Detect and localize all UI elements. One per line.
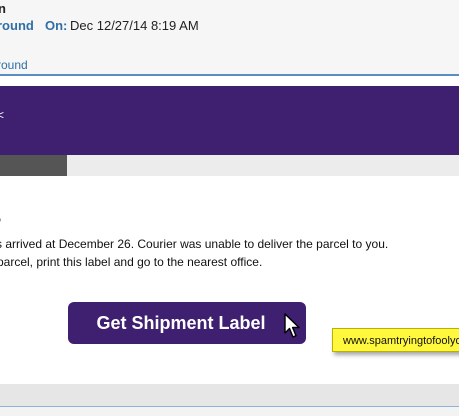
link-url-tooltip: www.spamtryingtofoolyou — [332, 328, 459, 352]
nav-strip-active-block — [0, 155, 67, 176]
get-shipment-label-button[interactable]: Get Shipment Label — [68, 302, 306, 344]
nav-strip — [0, 155, 459, 176]
message-line-1: s arrived at December 26. Courier was un… — [0, 237, 389, 251]
header-spacer — [0, 76, 459, 86]
banner-logo-fragment: < — [0, 108, 5, 122]
on-label: On: — [45, 18, 68, 33]
message-body — [0, 176, 459, 384]
sender-link[interactable]: round — [0, 18, 34, 33]
mouse-pointer-icon — [284, 313, 300, 338]
bottom-divider — [0, 406, 459, 416]
message-footer — [0, 384, 459, 406]
brand-banner — [0, 86, 459, 155]
email-window: n round On: Dec 12/27/14 8:19 AM round <… — [0, 0, 459, 416]
greeting: , — [0, 208, 2, 223]
recipient-link[interactable]: round — [0, 58, 28, 72]
get-shipment-label-text: Get Shipment Label — [96, 312, 266, 333]
message-line-2: parcel, print this label and go to the n… — [0, 255, 263, 269]
email-header: n round On: Dec 12/27/14 8:19 AM round — [0, 0, 459, 78]
sent-date: Dec 12/27/14 8:19 AM — [70, 18, 199, 33]
from-name: n — [0, 1, 6, 16]
